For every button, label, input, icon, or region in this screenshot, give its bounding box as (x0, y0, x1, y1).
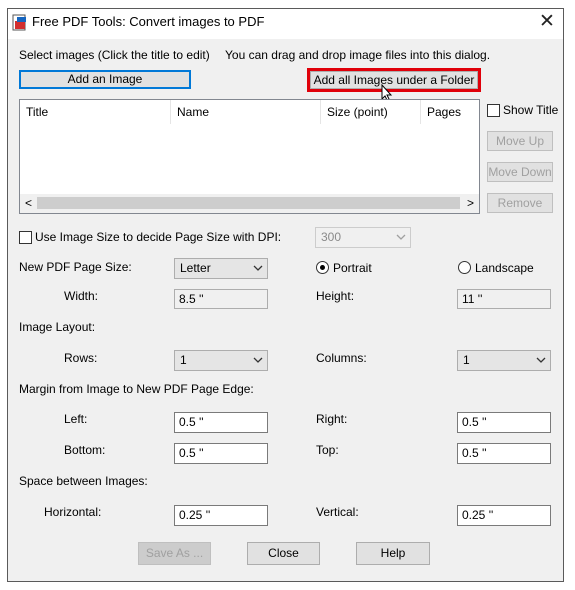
pdf-app-icon (12, 14, 26, 31)
column-header-name[interactable]: Name (171, 100, 321, 124)
bottom-margin-input[interactable]: 0.5 '' (174, 443, 268, 464)
column-header-pages[interactable]: Pages (421, 100, 479, 124)
image-list[interactable]: Title Name Size (point) Pages < > (19, 99, 480, 214)
horizontal-spacing-input[interactable]: 0.25 '' (174, 505, 268, 526)
move-up-button[interactable]: Move Up (487, 131, 553, 151)
rows-value: 1 (180, 353, 187, 367)
width-label: Width: (64, 289, 99, 303)
right-margin-input[interactable]: 0.5 '' (457, 412, 551, 433)
left-margin-label: Left: (64, 412, 88, 426)
columns-value: 1 (463, 353, 470, 367)
top-margin-input[interactable]: 0.5 '' (457, 443, 551, 464)
top-margin-label: Top: (316, 443, 339, 457)
chevron-down-icon (396, 234, 406, 240)
right-margin-label: Right: (316, 412, 348, 426)
dpi-value: 300 (321, 230, 342, 244)
close-button[interactable]: Close (247, 542, 320, 565)
image-layout-label: Image Layout: (19, 320, 96, 334)
height-label: Height: (316, 289, 355, 303)
chevron-down-icon (253, 265, 263, 271)
columns-select[interactable]: 1 (457, 350, 551, 371)
select-images-label: Select images (Click the title to edit) (19, 48, 210, 62)
left-margin-input[interactable]: 0.5 '' (174, 412, 268, 433)
scroll-right-icon[interactable]: > (467, 196, 474, 210)
rows-label: Rows: (64, 351, 98, 365)
chevron-down-icon (253, 357, 263, 363)
width-field[interactable]: 8.5 '' (174, 289, 268, 309)
use-image-size-checkbox[interactable] (19, 231, 32, 244)
close-icon[interactable]: ✕ (538, 12, 556, 31)
move-down-button[interactable]: Move Down (487, 162, 553, 182)
bottom-margin-label: Bottom: (64, 443, 106, 457)
window-title: Free PDF Tools: Convert images to PDF (32, 14, 265, 29)
column-header-size[interactable]: Size (point) (321, 100, 421, 124)
scroll-left-icon[interactable]: < (25, 196, 32, 210)
rows-select[interactable]: 1 (174, 350, 268, 371)
portrait-label: Portrait (333, 261, 372, 275)
chevron-down-icon (536, 357, 546, 363)
spacing-label: Space between Images: (19, 474, 148, 488)
save-as-button[interactable]: Save As ... (138, 542, 211, 565)
horizontal-spacing-label: Horizontal: (44, 505, 102, 519)
drag-drop-hint: You can drag and drop image files into t… (225, 48, 491, 62)
page-size-label: New PDF Page Size: (19, 260, 132, 274)
vertical-spacing-label: Vertical: (316, 505, 359, 519)
remove-button[interactable]: Remove (487, 193, 553, 213)
scrollbar-thumb[interactable] (37, 197, 460, 209)
height-field[interactable]: 11 '' (457, 289, 551, 309)
add-image-button[interactable]: Add an Image (19, 70, 191, 89)
use-image-size-label: Use Image Size to decide Page Size with … (35, 230, 282, 244)
horizontal-scrollbar[interactable]: < > (20, 194, 479, 213)
columns-label: Columns: (316, 351, 367, 365)
landscape-label: Landscape (475, 261, 534, 275)
margin-label: Margin from Image to New PDF Page Edge: (19, 382, 254, 396)
vertical-spacing-input[interactable]: 0.25 '' (457, 505, 551, 526)
landscape-radio[interactable] (458, 261, 471, 274)
page-size-select[interactable]: Letter (174, 258, 268, 279)
show-title-label: Show Title (503, 103, 559, 117)
portrait-radio[interactable] (316, 261, 329, 274)
dpi-select[interactable]: 300 (315, 227, 411, 248)
show-title-checkbox[interactable] (487, 104, 500, 117)
page-size-value: Letter (180, 261, 211, 275)
column-header-title[interactable]: Title (20, 100, 171, 124)
help-button[interactable]: Help (356, 542, 430, 565)
